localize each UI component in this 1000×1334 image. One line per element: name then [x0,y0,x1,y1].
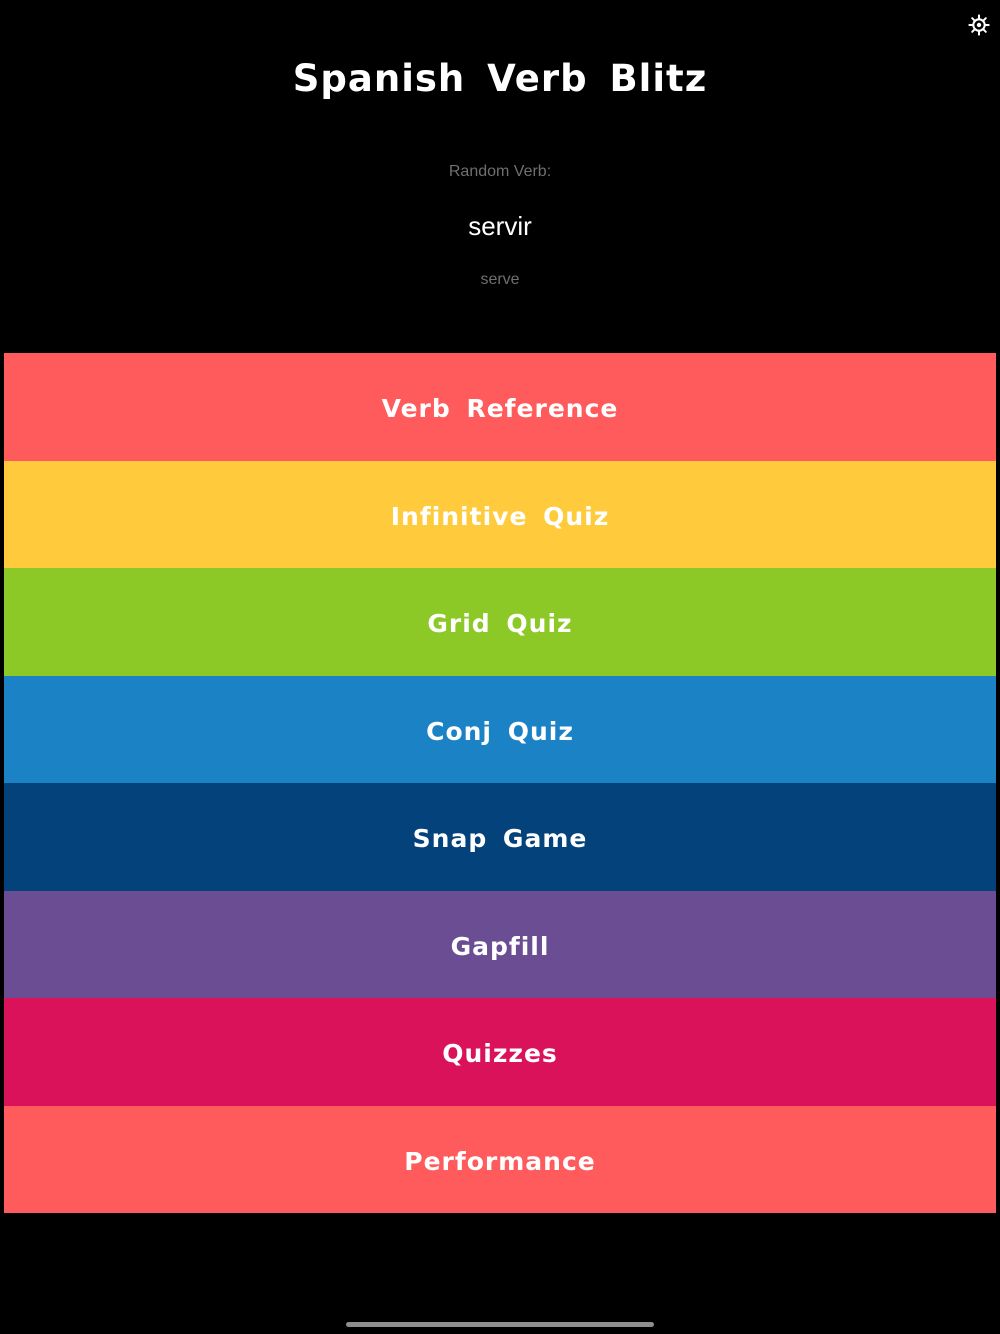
performance-button[interactable]: Performance [4,1105,996,1213]
conj-quiz-button[interactable]: Conj Quiz [4,675,996,783]
random-verb[interactable]: servir [0,210,1000,242]
menu-item-label: Verb Reference [381,394,619,424]
menu-item-label: Gapfill [450,931,550,961]
random-verb-translation: serve [480,271,520,288]
random-verb-label: Random Verb: [448,163,552,180]
menu-item-label: Performance [404,1146,596,1176]
settings-button[interactable] [968,14,990,36]
grid-quiz-button[interactable]: Grid Quiz [4,568,996,676]
menu-item-label: Snap Game [412,824,588,854]
main-menu: Verb Reference Infinitive Quiz Grid Quiz… [4,353,996,1213]
infinitive-quiz-button[interactable]: Infinitive Quiz [4,460,996,568]
menu-item-label: Infinitive Quiz [390,501,610,531]
home-indicator[interactable] [346,1322,654,1327]
menu-item-label: Grid Quiz [427,609,573,639]
gapfill-button[interactable]: Gapfill [4,890,996,998]
verb-reference-button[interactable]: Verb Reference [4,353,996,461]
app-title: Spanish Verb Blitz [292,57,708,100]
gear-icon [968,14,990,36]
quizzes-button[interactable]: Quizzes [4,998,996,1106]
menu-item-label: Conj Quiz [426,716,574,746]
snap-game-button[interactable]: Snap Game [4,783,996,891]
menu-item-label: Quizzes [442,1039,558,1069]
